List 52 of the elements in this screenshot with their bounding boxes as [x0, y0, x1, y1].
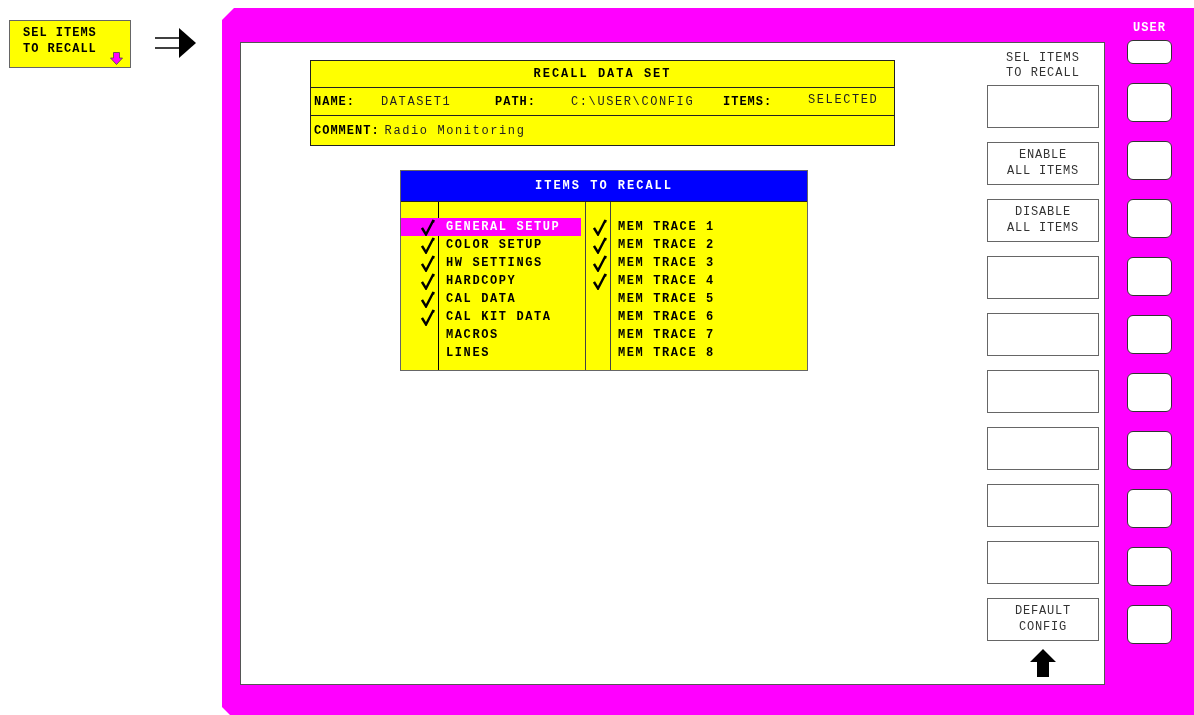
softkey-button[interactable]: [987, 541, 1099, 584]
list-item[interactable]: COLOR SETUP: [401, 236, 581, 254]
list-item[interactable]: MEM TRACE 2: [586, 236, 715, 254]
list-item[interactable]: CAL DATA: [401, 290, 581, 308]
list-item[interactable]: MACROS: [401, 326, 581, 344]
list-item[interactable]: MEM TRACE 1: [586, 218, 715, 236]
softkey-button[interactable]: DISABLE ALL ITEMS: [987, 199, 1099, 242]
hardware-key[interactable]: [1127, 83, 1172, 122]
hardware-key[interactable]: [1127, 605, 1172, 644]
down-arrow-icon: [110, 52, 123, 65]
field-value: DATASET1: [381, 94, 453, 109]
softkey-menu-title: SEL ITEMS TO RECALL: [1006, 51, 1080, 82]
panel-title: RECALL DATA SET: [311, 61, 894, 88]
panel-title: ITEMS TO RECALL: [401, 171, 807, 202]
softkey-button[interactable]: [987, 313, 1099, 356]
field-label: PATH:: [495, 94, 537, 109]
hardware-key[interactable]: [1127, 40, 1172, 64]
hardkey-panel-label: USER: [1133, 21, 1166, 37]
list-item[interactable]: MEM TRACE 4: [586, 272, 715, 290]
softkey-button[interactable]: ENABLE ALL ITEMS: [987, 142, 1099, 185]
right-arrow-icon: [155, 28, 197, 58]
softkey-button[interactable]: [987, 484, 1099, 527]
softkey-button[interactable]: [987, 85, 1099, 128]
hardware-key[interactable]: [1127, 489, 1172, 528]
hardware-key[interactable]: [1127, 431, 1172, 470]
field-value: SELECTED: [808, 92, 879, 107]
list-item[interactable]: HARDCOPY: [401, 272, 581, 290]
softkey-button[interactable]: [987, 427, 1099, 470]
softkey-button[interactable]: [987, 256, 1099, 299]
softkey-button[interactable]: [987, 370, 1099, 413]
softkey-button[interactable]: DEFAULT CONFIG: [987, 598, 1099, 641]
list-item[interactable]: HW SETTINGS: [401, 254, 581, 272]
list-item[interactable]: MEM TRACE 8: [586, 344, 715, 362]
list-item[interactable]: MEM TRACE 6: [586, 308, 715, 326]
list-item[interactable]: MEM TRACE 7: [586, 326, 715, 344]
field-value: C:\USER\CONFIG: [571, 94, 696, 109]
hardware-key[interactable]: [1127, 547, 1172, 586]
hardware-key[interactable]: [1127, 141, 1172, 180]
field-label: NAME:: [314, 94, 356, 109]
list-item[interactable]: LINES: [401, 344, 581, 362]
list-item[interactable]: MEM TRACE 5: [586, 290, 715, 308]
field-label: COMMENT:: [314, 123, 380, 138]
hardware-key[interactable]: [1127, 257, 1172, 296]
field-value: Radio Monitoring: [384, 123, 526, 138]
up-arrow-icon: [1030, 649, 1056, 677]
list-item[interactable]: CAL KIT DATA: [401, 308, 581, 326]
hardware-key[interactable]: [1127, 373, 1172, 412]
hardware-key[interactable]: [1127, 199, 1172, 238]
list-item[interactable]: MEM TRACE 3: [586, 254, 715, 272]
field-label: ITEMS:: [723, 94, 774, 109]
hardware-key[interactable]: [1127, 315, 1172, 354]
hint-key-label: SEL ITEMS TO RECALL: [23, 25, 98, 57]
